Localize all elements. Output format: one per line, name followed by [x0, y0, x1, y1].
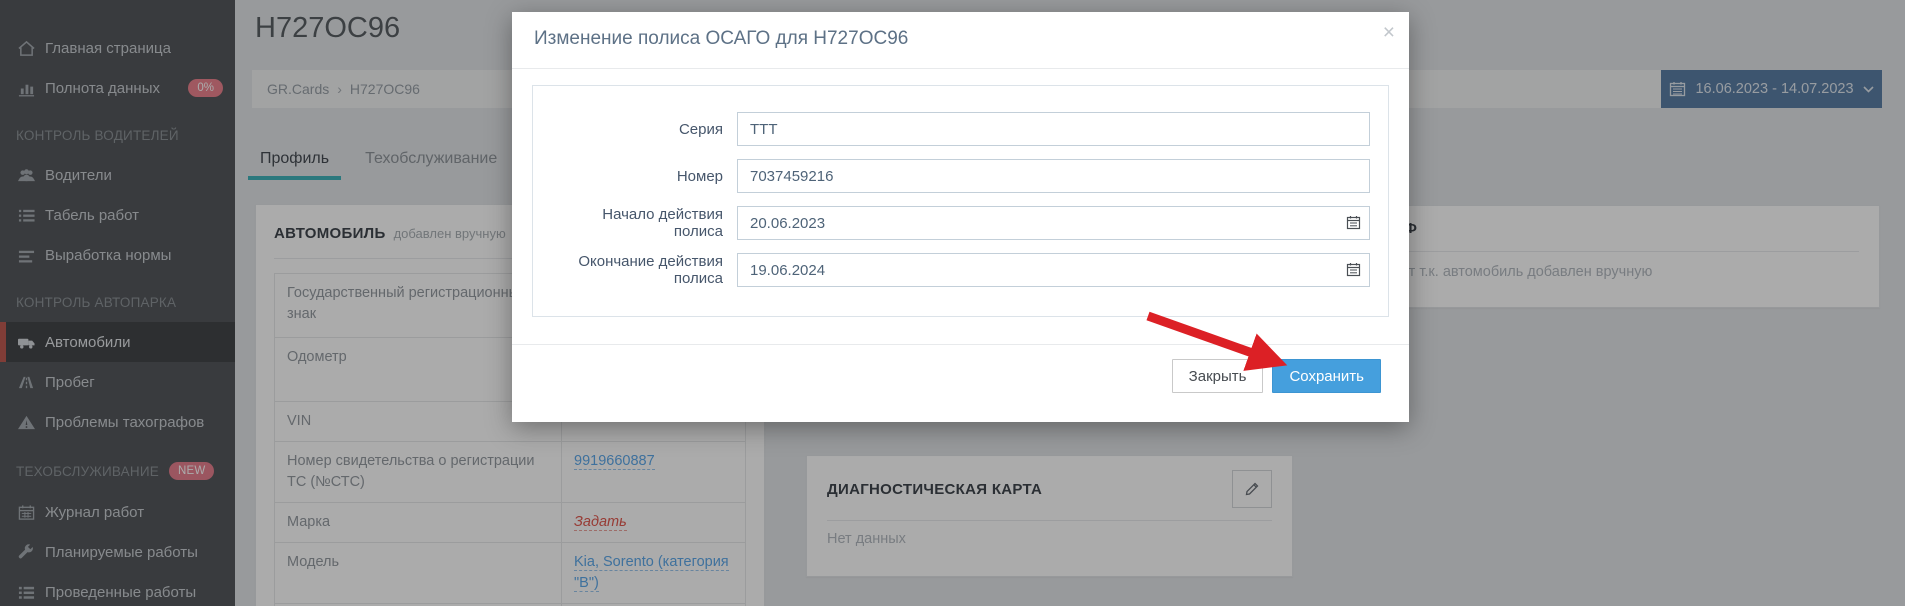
modal-title: Изменение полиса ОСАГО для H727OC96 [534, 28, 1387, 50]
modal-form: Серия Номер Начало действия полиса Оконч… [532, 85, 1389, 317]
app-root: Главная страница Полнота данных 0% КОНТР… [0, 0, 1905, 606]
field-label-number: Номер [551, 168, 723, 185]
save-button[interactable]: Сохранить [1272, 359, 1381, 393]
close-icon[interactable]: × [1383, 22, 1395, 43]
series-input[interactable] [737, 112, 1370, 146]
policy-start-date-input[interactable] [737, 206, 1370, 240]
osago-policy-modal: Изменение полиса ОСАГО для H727OC96 × Се… [512, 12, 1409, 422]
field-label-series: Серия [551, 121, 723, 138]
field-label-start-date: Начало действия полиса [551, 206, 723, 240]
policy-end-date-input[interactable] [737, 253, 1370, 287]
close-button[interactable]: Закрыть [1172, 359, 1264, 393]
field-label-end-date: Окончание действия полиса [551, 253, 723, 287]
policy-number-input[interactable] [737, 159, 1370, 193]
